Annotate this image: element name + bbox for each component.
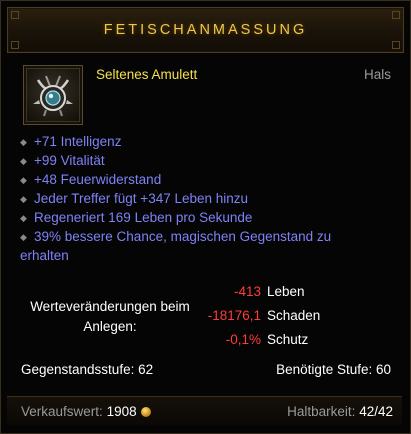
stat-change-value: -413 (233, 284, 261, 299)
affix-bullet-icon: ◆ (20, 194, 27, 204)
header-corner (392, 11, 400, 19)
required-level: Benötigte Stufe: 60 (276, 362, 391, 377)
item-slot: Hals (363, 67, 391, 82)
tooltip-footer: Verkaufswert: 1908 Haltbarkeit: 42/42 (7, 396, 402, 425)
stat-change-name: Leben (267, 284, 305, 299)
affix-line: ◆ Jeder Treffer fügt +347 Leben hinzu (20, 191, 249, 206)
sell-label: Verkaufswert: (21, 404, 103, 419)
item-type: Seltenes Amulett (96, 67, 198, 82)
affix-line: ◆ +48 Feuerwiderstand (20, 172, 162, 187)
stat-change-row: -18176,1 Schaden (201, 308, 321, 323)
stat-change-label: Werteveränderungen beim Anlegen: (30, 299, 190, 334)
amulet-icon (23, 65, 83, 125)
affix-bullet-icon: ◆ (20, 175, 27, 185)
affix-line: ◆ +71 Intelligenz (20, 134, 122, 149)
item-name: FETISCHANMASSUNG (103, 22, 308, 38)
affix-line: ◆ 39% bessere Chance, magischen Gegenstan… (20, 229, 332, 244)
stat-change-name: Schutz (267, 332, 309, 347)
affix-line: ◆ +99 Vitalität (20, 153, 105, 168)
header-corner (392, 41, 400, 49)
gold-coin-icon (140, 407, 151, 417)
affix-line-continued: erhalten (20, 248, 69, 263)
durability-value: 42/42 (359, 404, 393, 419)
header-corner (11, 11, 19, 19)
sell-value: Verkaufswert: 1908 (21, 404, 151, 419)
stat-change-value: -0,1% (225, 332, 261, 347)
item-tooltip: FETISCHANMASSUNG Seltenes Amulett Hals ◆… (0, 0, 411, 434)
stat-change-name: Schaden (267, 308, 321, 323)
affix-bullet-icon: ◆ (20, 156, 27, 166)
affix-bullet-icon: ◆ (20, 137, 27, 147)
affix-line: ◆ Regeneriert 169 Leben pro Sekunde (20, 210, 253, 225)
tooltip-header: FETISCHANMASSUNG (7, 7, 404, 53)
durability: Haltbarkeit: 42/42 (287, 404, 393, 419)
durability-label: Haltbarkeit: (287, 404, 356, 419)
affix-bullet-icon: ◆ (20, 213, 27, 223)
affix-bullet-icon: ◆ (20, 232, 27, 242)
stat-change-row: -0,1% Schutz (201, 332, 309, 347)
header-corner (11, 41, 19, 49)
sell-amount: 1908 (106, 404, 137, 419)
item-level: Gegenstandsstufe: 62 (21, 362, 154, 377)
stat-change-value: -18176,1 (207, 308, 261, 323)
stat-change-row: -413 Leben (201, 284, 305, 299)
